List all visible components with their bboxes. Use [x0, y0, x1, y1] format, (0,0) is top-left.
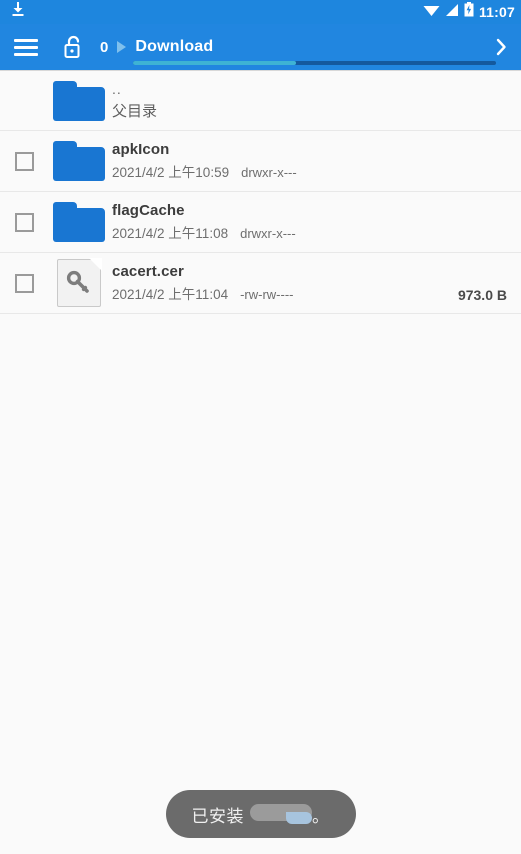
row-title: .. [112, 80, 122, 97]
status-bar: 11:07 [0, 0, 521, 24]
row-date: 2021/4/2 上午11:04 [112, 287, 229, 302]
row-checkbox-cell[interactable] [0, 151, 48, 171]
key-glyph [66, 270, 89, 293]
file-row[interactable]: apkIcon 2021/4/2 上午10:59 drwxr-x--- [0, 131, 521, 192]
row-subtitle: 2021/4/2 上午11:04 -rw-rw---- [112, 283, 458, 303]
app-screen: 11:07 0 Download .. 父目录 apkIcon 2021/4/2… [0, 0, 521, 854]
row-text-cell: flagCache 2021/4/2 上午11:08 drwxr-x--- [110, 202, 521, 242]
signal-icon [445, 3, 459, 22]
row-checkbox[interactable] [14, 273, 34, 293]
row-date: 2021/4/2 上午10:59 [112, 165, 230, 180]
row-icon-cell [48, 258, 110, 307]
hamburger-menu-icon[interactable] [0, 24, 52, 70]
breadcrumb-label[interactable]: Download [135, 38, 213, 56]
status-bar-notifications [10, 1, 26, 23]
folder-icon [53, 80, 105, 121]
certificate-file-icon [57, 258, 102, 307]
row-checkbox-cell[interactable] [0, 212, 48, 232]
folder-body [53, 147, 105, 181]
row-text-cell: cacert.cer 2021/4/2 上午11:04 -rw-rw---- [110, 263, 458, 303]
status-bar-indicators: 11:07 [423, 0, 515, 24]
row-icon-cell [48, 80, 110, 121]
row-subtitle: 2021/4/2 上午10:59 drwxr-x--- [112, 161, 521, 181]
download-icon [10, 1, 26, 23]
row-title: flagCache [112, 202, 185, 219]
folder-icon [53, 141, 105, 181]
file-row[interactable]: .. 父目录 [0, 70, 521, 131]
folder-body [53, 86, 105, 121]
row-text-cell: .. 父目录 [110, 81, 521, 121]
menu-line [14, 45, 38, 49]
toast-redacted-text-2 [286, 812, 312, 824]
unlocked-padlock-icon[interactable] [52, 35, 94, 60]
app-bar: 0 Download [0, 24, 521, 70]
row-date: 2021/4/2 上午11:08 [112, 226, 229, 241]
row-icon-cell [48, 202, 110, 242]
path-progress-bar [133, 61, 496, 65]
toast-notification: 已安装 。 [165, 790, 356, 838]
row-subtitle: 2021/4/2 上午11:08 drwxr-x--- [112, 222, 521, 242]
row-size: 973.0 B [457, 287, 507, 303]
row-title: cacert.cer [112, 263, 184, 280]
row-subtitle: 父目录 [112, 102, 158, 120]
row-permissions: -rw-rw---- [240, 287, 294, 302]
row-icon-cell [48, 141, 110, 181]
breadcrumb-count: 0 [100, 38, 109, 56]
row-checkbox[interactable] [14, 151, 34, 171]
chevron-right-icon[interactable] [481, 37, 521, 57]
row-permissions: drwxr-x--- [241, 165, 297, 180]
row-checkbox-cell[interactable] [0, 273, 48, 293]
triangle-right-icon [117, 41, 127, 53]
path-progress-fill [133, 61, 297, 65]
toast-message: 已安装 [191, 806, 244, 826]
battery-charging-icon [464, 2, 474, 22]
row-permissions: drwxr-x--- [240, 226, 296, 241]
file-list[interactable]: .. 父目录 apkIcon 2021/4/2 上午10:59 drwxr-x--- … [0, 70, 521, 314]
folder-icon [53, 202, 105, 242]
folder-body [53, 208, 105, 242]
menu-line [14, 38, 38, 42]
row-title: apkIcon [112, 141, 170, 158]
menu-line [14, 52, 38, 56]
file-row[interactable]: cacert.cer 2021/4/2 上午11:04 -rw-rw---- 973.… [0, 253, 521, 314]
toast-suffix: 。 [312, 806, 330, 826]
row-checkbox[interactable] [14, 212, 34, 232]
wifi-icon [423, 3, 440, 22]
file-row[interactable]: flagCache 2021/4/2 上午11:08 drwxr-x--- [0, 192, 521, 253]
row-text-cell: apkIcon 2021/4/2 上午10:59 drwxr-x--- [110, 141, 521, 181]
status-bar-clock: 11:07 [478, 4, 515, 20]
